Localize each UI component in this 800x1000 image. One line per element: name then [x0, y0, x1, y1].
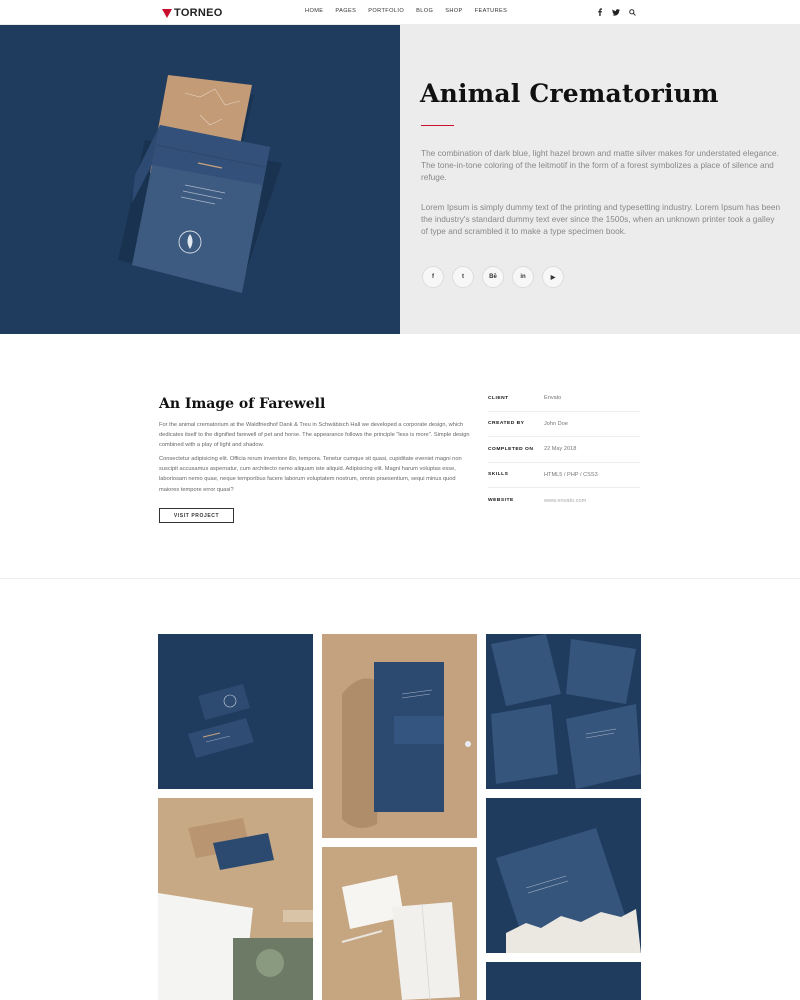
logo-text: TORNEO: [174, 7, 223, 19]
hero-image: [0, 25, 400, 334]
hero-description: The combination of dark blue, light haze…: [421, 148, 779, 182]
detail-value: 22 May 2018: [544, 446, 577, 453]
gallery-image-gift-wrap[interactable]: [486, 798, 641, 953]
detail-value: Envato: [544, 395, 562, 402]
nav-item-home[interactable]: HOME: [305, 8, 323, 14]
detail-row-client: CLIENT Envato: [488, 386, 640, 412]
project-description-secondary: Consectetur adipisicing elit. Officia re…: [159, 456, 462, 493]
facebook-icon[interactable]: f: [422, 266, 444, 288]
gallery-image-letters[interactable]: [322, 847, 477, 1000]
nav-item-blog[interactable]: BLOG: [416, 8, 433, 14]
detail-row-website: WEBSITE www.envato.com: [488, 488, 640, 514]
detail-row-completed-on: COMPLETED ON 22 May 2018: [488, 437, 640, 463]
brochure-mockup-image: [0, 25, 400, 334]
section-title: An Image of Farewell: [159, 396, 326, 412]
hero-section: Animal Crematorium The combination of da…: [0, 25, 800, 334]
detail-value: HTML5 / PHP / CSS3: [544, 471, 598, 478]
hero-content: Animal Crematorium The combination of da…: [400, 25, 800, 334]
social-links: f t Bē in ▶: [422, 266, 564, 288]
hero-description-secondary: Lorem Ipsum is simply dummy text of the …: [421, 202, 781, 236]
twitter-icon[interactable]: t: [452, 266, 474, 288]
detail-label: CLIENT: [488, 395, 509, 401]
website-link[interactable]: www.envato.com: [544, 498, 586, 504]
gallery-image-stationery[interactable]: [158, 798, 313, 1000]
site-header: TORNEO HOME PAGES PORTFOLIO BLOG SHOP FE…: [0, 0, 800, 25]
main-nav: HOME PAGES PORTFOLIO BLOG SHOP FEATURES: [305, 8, 519, 14]
detail-row-created-by: CREATED BY John Doe: [488, 412, 640, 437]
nav-item-features[interactable]: FEATURES: [475, 8, 508, 14]
detail-label: WEBSITE: [488, 498, 514, 504]
nav-item-portfolio[interactable]: PORTFOLIO: [368, 8, 404, 14]
youtube-icon[interactable]: ▶: [542, 266, 564, 288]
title-divider: [421, 125, 454, 126]
logo-mark-icon: [162, 8, 172, 18]
gallery-image-brochures[interactable]: [486, 634, 641, 789]
detail-row-skills: SKILLS HTML5 / PHP / CSS3: [488, 463, 640, 488]
gallery-image-business-cards[interactable]: [158, 634, 313, 789]
linkedin-icon[interactable]: in: [512, 266, 534, 288]
facebook-icon[interactable]: [596, 7, 604, 17]
visit-project-button[interactable]: VISIT PROJECT: [159, 508, 234, 523]
search-icon[interactable]: [628, 7, 636, 17]
section-divider: [0, 578, 800, 579]
nav-item-shop[interactable]: SHOP: [445, 8, 462, 14]
detail-label: SKILLS: [488, 472, 509, 478]
gallery-image-partial[interactable]: [486, 962, 641, 1000]
project-description: For the animal crematorium at the Waldfr…: [159, 422, 470, 449]
detail-label: CREATED BY: [488, 421, 525, 427]
detail-value: John Doe: [544, 420, 568, 427]
logo[interactable]: TORNEO: [162, 6, 223, 20]
twitter-icon[interactable]: [612, 7, 620, 17]
behance-icon[interactable]: Bē: [482, 266, 504, 288]
gallery-image-folder[interactable]: [322, 634, 477, 838]
header-icons: [596, 7, 636, 17]
nav-item-pages[interactable]: PAGES: [335, 8, 356, 14]
project-details: CLIENT Envato CREATED BY John Doe COMPLE…: [488, 386, 640, 514]
page-title: Animal Crematorium: [420, 79, 719, 108]
detail-label: COMPLETED ON: [488, 446, 534, 452]
